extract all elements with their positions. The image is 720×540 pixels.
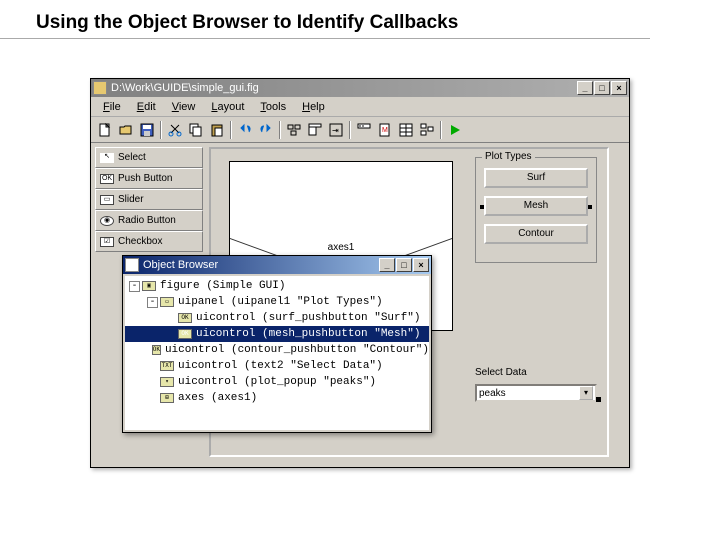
ob-tree[interactable]: -▣figure (Simple GUI)-▭uipanel (uipanel1…: [125, 276, 429, 430]
toolbar: ⇥ M: [91, 117, 629, 143]
node-label: uicontrol (surf_pushbutton "Surf"): [196, 312, 420, 324]
open-icon[interactable]: [116, 120, 136, 140]
object-browser-window: Object Browser _ □ × -▣figure (Simple GU…: [122, 255, 432, 433]
app-icon: [93, 81, 107, 95]
component-palette: ↖Select OKPush Button ▭Slider ◉Radio But…: [95, 147, 203, 252]
panel-title: Plot Types: [482, 151, 535, 162]
node-type-icon: OK: [178, 329, 192, 339]
property-inspector-icon[interactable]: [396, 120, 416, 140]
copy-icon[interactable]: [186, 120, 206, 140]
menu-edit[interactable]: Edit: [129, 99, 164, 115]
tree-node[interactable]: OK uicontrol (surf_pushbutton "Surf"): [125, 310, 429, 326]
palette-select[interactable]: ↖Select: [95, 147, 203, 168]
plot-types-panel: Plot Types Surf Mesh Contour: [475, 157, 597, 263]
undo-icon[interactable]: [235, 120, 255, 140]
ob-icon: [125, 258, 139, 272]
select-data-group: Select Data peaks ▾: [475, 367, 597, 402]
menu-editor-icon[interactable]: [305, 120, 325, 140]
redo-icon[interactable]: [256, 120, 276, 140]
contour-button[interactable]: Contour: [484, 224, 588, 244]
node-type-icon: ⊞: [160, 393, 174, 403]
tree-toggle-icon[interactable]: -: [129, 281, 140, 292]
node-type-icon: OK: [152, 345, 161, 355]
ob-minimize-button[interactable]: _: [379, 258, 395, 272]
node-label: figure (Simple GUI): [160, 280, 285, 292]
node-type-icon: ▾: [160, 377, 174, 387]
node-label: uipanel (uipanel1 "Plot Types"): [178, 296, 383, 308]
plot-popup[interactable]: peaks ▾: [475, 384, 597, 402]
menu-file[interactable]: FFileile: [95, 99, 129, 115]
cut-icon[interactable]: [165, 120, 185, 140]
tree-toggle-icon[interactable]: -: [147, 297, 158, 308]
ob-close-button[interactable]: ×: [413, 258, 429, 272]
new-icon[interactable]: [95, 120, 115, 140]
paste-icon[interactable]: [207, 120, 227, 140]
node-type-icon: ▣: [142, 281, 156, 291]
object-browser-icon[interactable]: [417, 120, 437, 140]
titlebar[interactable]: D:\Work\GUIDE\simple_gui.fig _ □ ×: [91, 79, 629, 97]
ob-maximize-button[interactable]: □: [396, 258, 412, 272]
node-label: axes (axes1): [178, 392, 257, 404]
align-icon[interactable]: [284, 120, 304, 140]
tree-node[interactable]: ⊞ axes (axes1): [125, 390, 429, 406]
minimize-button[interactable]: _: [577, 81, 593, 95]
palette-push-button[interactable]: OKPush Button: [95, 168, 203, 189]
palette-checkbox[interactable]: ☑Checkbox: [95, 231, 203, 252]
tree-node[interactable]: TXT uicontrol (text2 "Select Data"): [125, 358, 429, 374]
node-type-icon: ▭: [160, 297, 174, 307]
window-title: D:\Work\GUIDE\simple_gui.fig: [111, 82, 577, 94]
slide-title: Using the Object Browser to Identify Cal…: [0, 0, 650, 39]
menubar: FFileile Edit View Layout Tools Help: [91, 97, 629, 117]
axes-label: axes1: [230, 242, 452, 253]
palette-slider[interactable]: ▭Slider: [95, 189, 203, 210]
tree-node[interactable]: -▭ uipanel (uipanel1 "Plot Types"): [125, 294, 429, 310]
save-icon[interactable]: [137, 120, 157, 140]
popup-value: peaks: [479, 388, 579, 399]
menu-tools[interactable]: Tools: [252, 99, 294, 115]
toolbar-editor-icon[interactable]: [354, 120, 374, 140]
menu-view[interactable]: View: [164, 99, 204, 115]
node-label: uicontrol (plot_popup "peaks"): [178, 376, 376, 388]
run-icon[interactable]: [445, 120, 465, 140]
palette-radio-button[interactable]: ◉Radio Button: [95, 210, 203, 231]
chevron-down-icon[interactable]: ▾: [579, 386, 593, 400]
tree-node[interactable]: OK uicontrol (mesh_pushbutton "Mesh"): [125, 326, 429, 342]
node-label: uicontrol (contour_pushbutton "Contour"): [165, 344, 429, 356]
node-label: uicontrol (mesh_pushbutton "Mesh"): [196, 328, 420, 340]
tab-order-icon[interactable]: ⇥: [326, 120, 346, 140]
svg-text:M: M: [382, 127, 388, 134]
node-type-icon: OK: [178, 313, 192, 323]
mesh-button[interactable]: Mesh: [484, 196, 588, 216]
svg-text:⇥: ⇥: [332, 126, 339, 135]
node-label: uicontrol (text2 "Select Data"): [178, 360, 383, 372]
maximize-button[interactable]: □: [594, 81, 610, 95]
ob-titlebar[interactable]: Object Browser _ □ ×: [123, 256, 431, 274]
close-button[interactable]: ×: [611, 81, 627, 95]
ob-title: Object Browser: [143, 259, 379, 271]
tree-node[interactable]: ▾ uicontrol (plot_popup "peaks"): [125, 374, 429, 390]
tree-node[interactable]: OK uicontrol (contour_pushbutton "Contour…: [125, 342, 429, 358]
tree-node[interactable]: -▣ figure (Simple GUI): [125, 278, 429, 294]
node-type-icon: TXT: [160, 361, 174, 371]
select-data-label: Select Data: [475, 367, 597, 378]
mfile-icon[interactable]: M: [375, 120, 395, 140]
menu-layout[interactable]: Layout: [203, 99, 252, 115]
surf-button[interactable]: Surf: [484, 168, 588, 188]
menu-help[interactable]: Help: [294, 99, 333, 115]
